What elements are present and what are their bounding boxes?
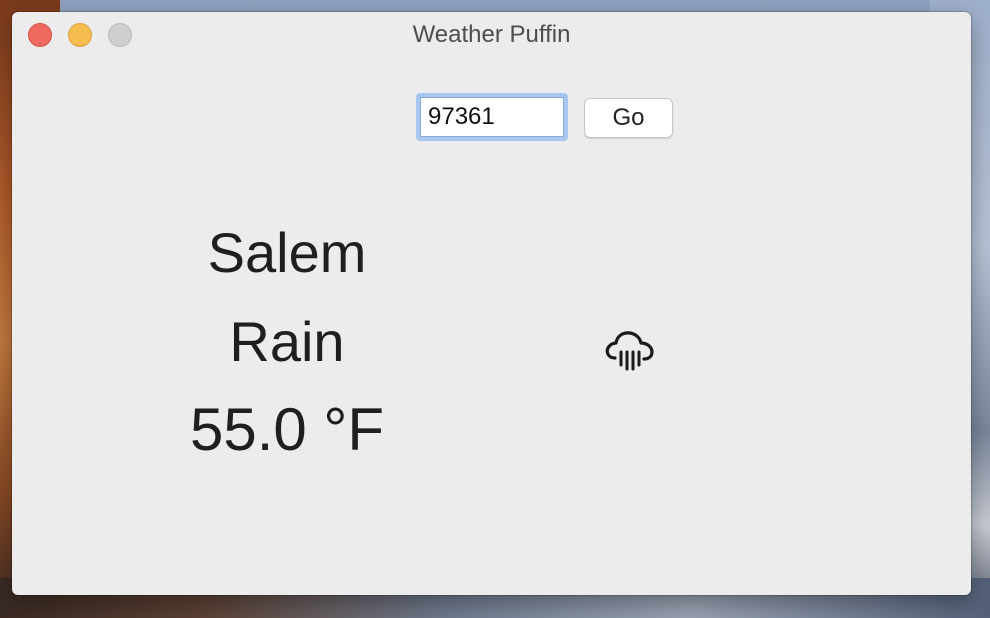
title-bar[interactable]: Weather Puffin — [12, 12, 971, 56]
app-window: Weather Puffin Go Salem Rain 55.0 °F — [12, 12, 971, 595]
zip-code-input[interactable] — [416, 93, 568, 141]
window-title: Weather Puffin — [412, 21, 571, 48]
rain-cloud-icon — [605, 331, 654, 371]
go-button[interactable]: Go — [584, 98, 673, 138]
city-name: Salem — [207, 221, 367, 284]
temperature-readout: 55.0 °F — [189, 396, 385, 463]
weather-condition: Rain — [229, 310, 345, 373]
